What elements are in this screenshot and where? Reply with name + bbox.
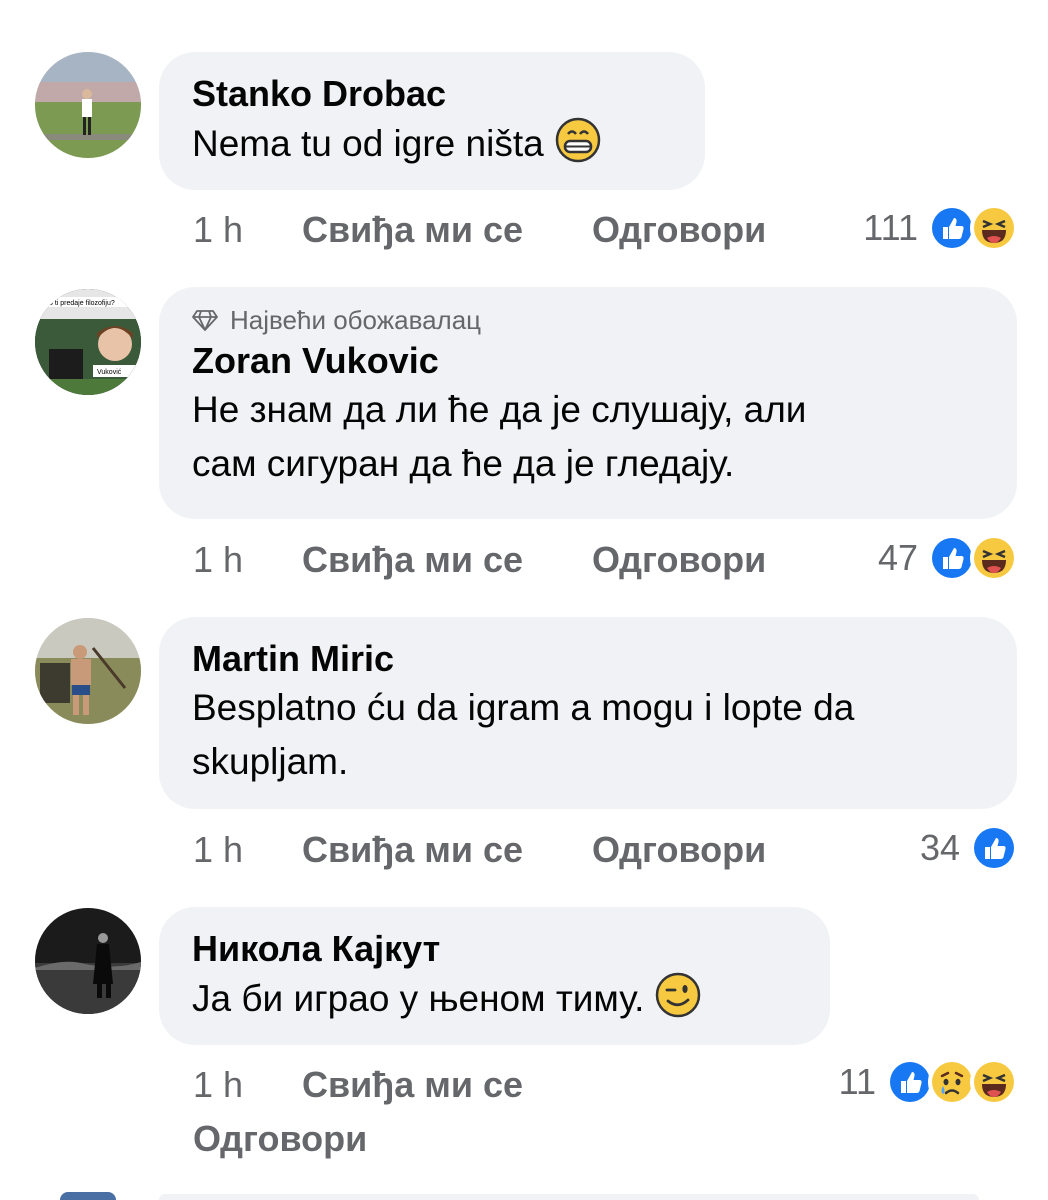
haha-reaction-icon xyxy=(970,534,1018,582)
comment-bubble: Никола Кајкут Ја би играо у њеном тиму. xyxy=(159,907,830,1045)
top-fan-label: Највећи обожавалац xyxy=(230,304,482,335)
like-button[interactable]: Свиђа ми се xyxy=(302,828,523,872)
comment-text: Ја би играо у њеном тиму. xyxy=(192,971,797,1026)
reply-button[interactable]: Одговори xyxy=(592,208,766,252)
like-reaction-icon xyxy=(886,1058,934,1106)
reactions-summary[interactable]: 11 xyxy=(839,1058,1018,1106)
reactions-summary[interactable]: 111 xyxy=(863,204,1018,252)
avatar[interactable] xyxy=(35,618,141,724)
comment-bubble: Stanko Drobac Nema tu od igre ništa xyxy=(159,52,705,190)
like-button[interactable]: Свиђа ми се xyxy=(302,1063,523,1107)
comment-author[interactable]: Stanko Drobac xyxy=(192,72,672,116)
sad-reaction-icon xyxy=(928,1058,976,1106)
reaction-count: 111 xyxy=(863,207,918,248)
top-fan-badge: Највећи обожавалац xyxy=(192,305,984,335)
like-button[interactable]: Свиђа ми се xyxy=(302,538,523,582)
like-reaction-icon xyxy=(970,824,1018,872)
comment-timestamp[interactable]: 1 h xyxy=(193,538,243,582)
like-reaction-icon xyxy=(928,204,976,252)
comment-bubble xyxy=(159,1194,979,1200)
comment-bubble: Највећи обожавалац Zoran Vukovic Не знам… xyxy=(159,287,1017,519)
like-reaction-icon xyxy=(928,534,976,582)
avatar-caption-top: o ti predaje filozofiju? xyxy=(49,300,115,307)
avatar-caption-name: Vuković xyxy=(97,369,122,376)
reply-button[interactable]: Одговори xyxy=(592,828,766,872)
avatar[interactable]: o ti predaje filozofiju? Vuković xyxy=(35,289,141,395)
comment-text: Nema tu od igre ništa xyxy=(192,116,672,171)
avatar[interactable] xyxy=(35,52,141,158)
like-button[interactable]: Свиђа ми се xyxy=(302,208,523,252)
reply-button[interactable]: Одговори xyxy=(193,1117,367,1161)
avatar-image xyxy=(35,618,141,724)
comment-author[interactable]: Zoran Vukovic xyxy=(192,339,984,383)
comment-timestamp[interactable]: 1 h xyxy=(193,208,243,252)
avatar[interactable] xyxy=(35,908,141,1014)
comment-actions: 1 h Свиђа ми се Одговори xyxy=(193,828,1023,872)
comment-author[interactable]: Martin Miric xyxy=(192,637,984,681)
next-comment-peek xyxy=(0,1192,1048,1200)
reaction-count: 34 xyxy=(919,827,960,868)
comment-author[interactable]: Никола Кајкут xyxy=(192,927,797,971)
reaction-count: 47 xyxy=(877,537,918,578)
avatar xyxy=(60,1192,116,1200)
reaction-count: 11 xyxy=(838,1061,876,1102)
reply-button[interactable]: Одговори xyxy=(592,538,766,582)
comment-actions: 1 h Свиђа ми се xyxy=(193,1063,793,1107)
comment-text-content: Ја би играо у њеном тиму. xyxy=(192,978,645,1019)
winking-face-emoji xyxy=(656,972,701,1018)
comment-text-line: сам сигуран да ће да је гледају. xyxy=(192,443,735,484)
comment-timestamp[interactable]: 1 h xyxy=(193,828,243,872)
avatar-image xyxy=(35,908,141,1014)
haha-reaction-icon xyxy=(970,204,1018,252)
comment-timestamp[interactable]: 1 h xyxy=(193,1063,243,1107)
comment-text-line: skupljam. xyxy=(192,741,349,782)
haha-reaction-icon xyxy=(970,1058,1018,1106)
comment-text-content: Nema tu od igre ništa xyxy=(192,123,544,164)
avatar-image: o ti predaje filozofiju? Vuković xyxy=(35,289,141,395)
comment-text-line: Не знам да ли ће да је слушају, али xyxy=(192,389,807,430)
reactions-summary[interactable]: 47 xyxy=(878,534,1018,582)
avatar-image xyxy=(35,52,141,158)
diamond-icon xyxy=(192,310,218,331)
reactions-summary[interactable]: 34 xyxy=(920,824,1018,872)
grinning-face-emoji xyxy=(555,117,600,163)
comment-bubble: Martin Miric Besplatno ću da igram a mog… xyxy=(159,617,1017,809)
comment-text-line: Besplatno ću da igram a mogu i lopte da xyxy=(192,687,855,728)
